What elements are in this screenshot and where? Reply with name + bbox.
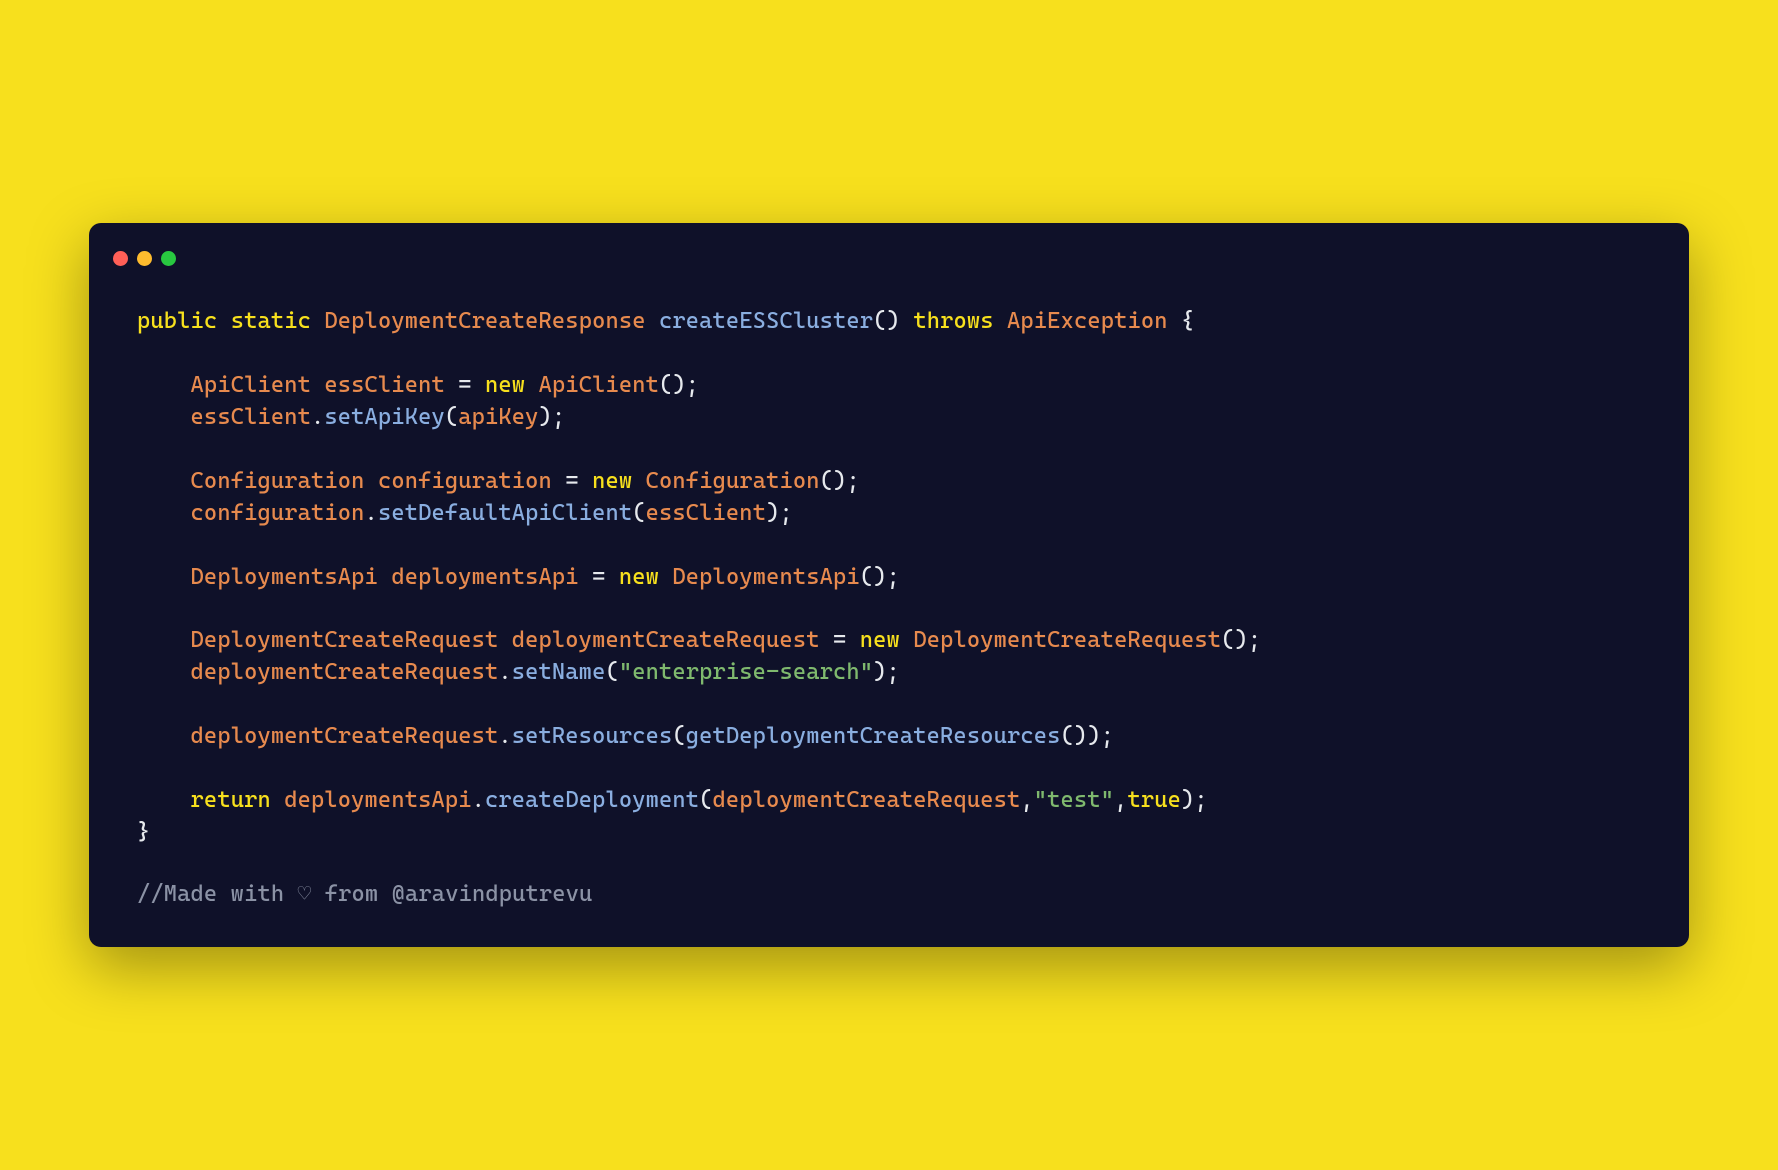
bool-true: true: [1127, 787, 1181, 813]
paren: ): [672, 372, 685, 398]
var-deploymentcreaterequest: deploymentCreateRequest: [713, 787, 1021, 813]
paren: (: [659, 372, 672, 398]
paren: (: [1061, 723, 1074, 749]
window-titlebar: [89, 247, 1689, 286]
method-setdefaultapiclient: setDefaultApiClient: [378, 500, 632, 526]
keyword-new: new: [860, 627, 900, 653]
close-icon[interactable]: [113, 251, 128, 266]
code-block: public static DeploymentCreateResponse c…: [89, 286, 1689, 911]
var-essclient: essClient: [646, 500, 766, 526]
method-setname: setName: [512, 659, 606, 685]
var-apikey: apiKey: [458, 404, 538, 430]
paren: (: [632, 500, 645, 526]
method-createdeployment: createDeployment: [485, 787, 699, 813]
semi: ;: [887, 564, 900, 590]
paren: (: [605, 659, 618, 685]
semi: ;: [552, 404, 565, 430]
type-deploymentsapi: DeploymentsApi: [672, 564, 859, 590]
operator-eq: =: [565, 468, 578, 494]
paren: ): [873, 659, 886, 685]
paren: ): [1235, 627, 1248, 653]
semi: ;: [779, 500, 792, 526]
var-essclient: essClient: [191, 404, 311, 430]
heart-icon: ♡: [298, 881, 312, 907]
semi: ;: [1194, 787, 1207, 813]
paren: (: [699, 787, 712, 813]
keyword-new: new: [592, 468, 632, 494]
type-exception: ApiException: [1007, 308, 1168, 334]
keyword-new: new: [485, 372, 525, 398]
comment-prefix: //Made with: [137, 881, 298, 907]
footer-comment: //Made with ♡ from @aravindputrevu: [137, 849, 1641, 911]
dot: .: [498, 659, 511, 685]
comma: ,: [1020, 787, 1033, 813]
type-apiclient: ApiClient: [191, 372, 311, 398]
paren: (: [672, 723, 685, 749]
code-window: public static DeploymentCreateResponse c…: [89, 223, 1689, 947]
type-configuration: Configuration: [646, 468, 820, 494]
paren: ): [1074, 723, 1087, 749]
var-deploymentsapi: deploymentsApi: [284, 787, 471, 813]
keyword-throws: throws: [913, 308, 993, 334]
method-setresources: setResources: [512, 723, 673, 749]
string-enterprise-search: "enterprise-search": [619, 659, 873, 685]
method-setapikey: setApiKey: [324, 404, 444, 430]
var-configuration: configuration: [191, 500, 365, 526]
keyword-public: public: [137, 308, 217, 334]
paren: ): [539, 404, 552, 430]
operator-eq: =: [592, 564, 605, 590]
comment-suffix: from @aravindputrevu: [311, 881, 592, 907]
type-return: DeploymentCreateResponse: [324, 308, 645, 334]
keyword-return: return: [191, 787, 271, 813]
var-deploymentcreaterequest: deploymentCreateRequest: [512, 627, 820, 653]
type-deploymentsapi: DeploymentsApi: [191, 564, 378, 590]
var-essclient: essClient: [324, 372, 444, 398]
paren: (: [1221, 627, 1234, 653]
type-deploymentcreaterequest: DeploymentCreateRequest: [191, 627, 499, 653]
paren: ): [1181, 787, 1194, 813]
paren: (: [873, 308, 886, 334]
keyword-static: static: [231, 308, 311, 334]
paren: ): [833, 468, 846, 494]
operator-eq: =: [833, 627, 846, 653]
semi: ;: [887, 659, 900, 685]
semi: ;: [1101, 723, 1114, 749]
semi: ;: [846, 468, 859, 494]
type-deploymentcreaterequest: DeploymentCreateRequest: [913, 627, 1221, 653]
paren: ): [766, 500, 779, 526]
keyword-new: new: [619, 564, 659, 590]
paren: (: [820, 468, 833, 494]
dot: .: [311, 404, 324, 430]
dot: .: [498, 723, 511, 749]
paren: (: [445, 404, 458, 430]
operator-eq: =: [458, 372, 471, 398]
type-apiclient: ApiClient: [539, 372, 659, 398]
var-deploymentsapi: deploymentsApi: [391, 564, 578, 590]
minimize-icon[interactable]: [137, 251, 152, 266]
var-configuration: configuration: [378, 468, 552, 494]
string-test: "test": [1034, 787, 1114, 813]
paren: ): [873, 564, 886, 590]
paren: ): [1087, 723, 1100, 749]
method-name: createESSCluster: [659, 308, 873, 334]
semi: ;: [686, 372, 699, 398]
comma: ,: [1114, 787, 1127, 813]
semi: ;: [1248, 627, 1261, 653]
brace: }: [137, 819, 150, 845]
type-configuration: Configuration: [191, 468, 365, 494]
var-deploymentcreaterequest: deploymentCreateRequest: [191, 659, 499, 685]
var-deploymentcreaterequest: deploymentCreateRequest: [191, 723, 499, 749]
dot: .: [365, 500, 378, 526]
zoom-icon[interactable]: [161, 251, 176, 266]
paren: (: [860, 564, 873, 590]
paren: ): [887, 308, 900, 334]
brace: {: [1181, 308, 1194, 334]
dot: .: [472, 787, 485, 813]
method-getdeploymentcreateresources: getDeploymentCreateResources: [686, 723, 1061, 749]
